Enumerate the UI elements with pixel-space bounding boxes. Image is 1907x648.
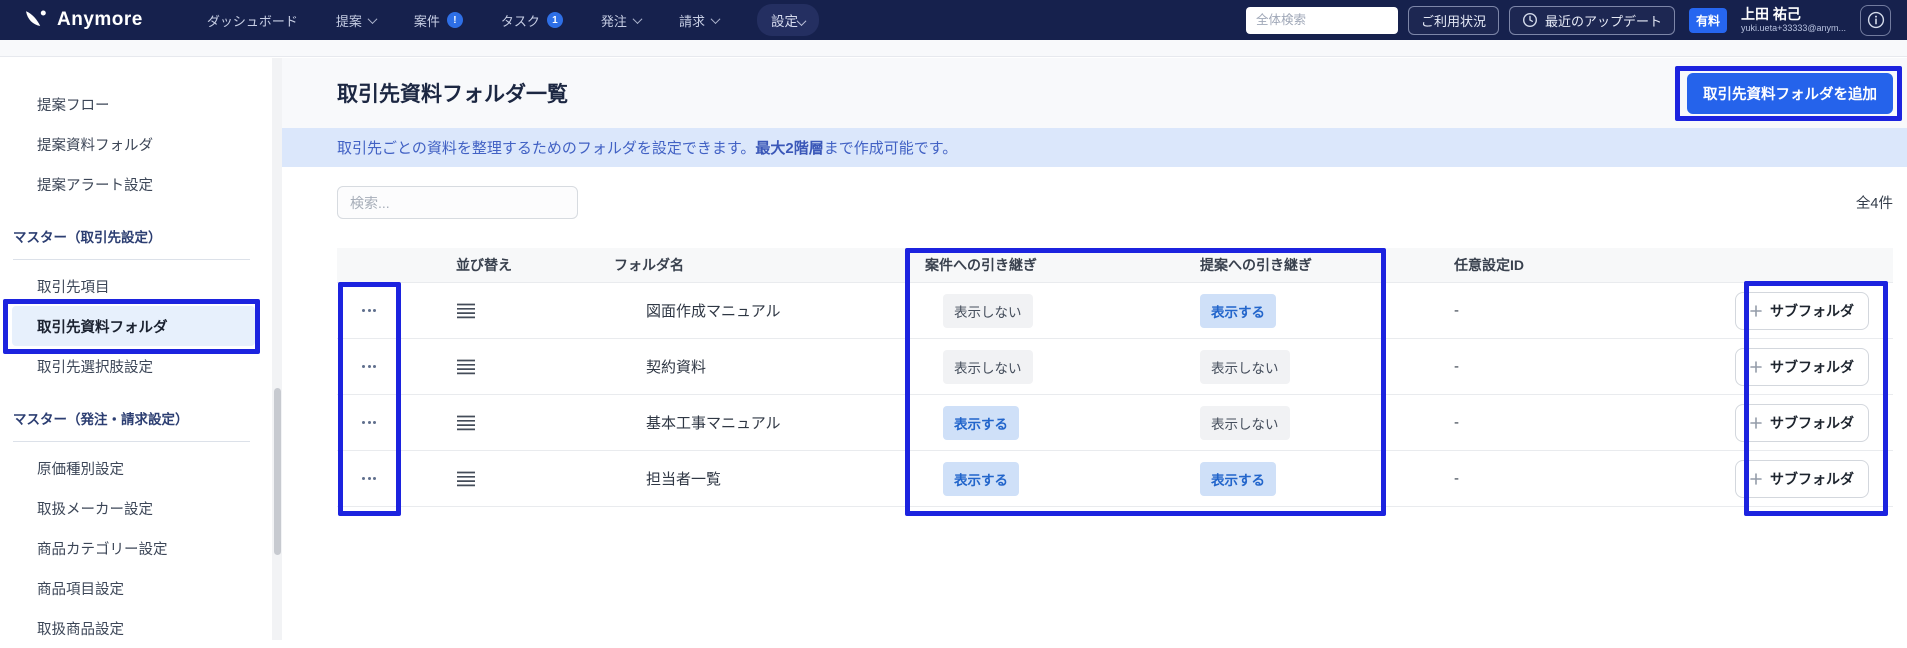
header-proposal-handover: 提案への引き継ぎ — [1200, 257, 1312, 273]
row-menu-icon[interactable] — [358, 359, 380, 374]
sidebar-item-proposal-alert[interactable]: 提案アラート設定 — [0, 164, 272, 204]
sidebar-heading-order-billing-settings: マスター（発注・請求設定） — [13, 400, 250, 442]
drag-handle-icon[interactable] — [456, 415, 570, 431]
anymore-logo-icon — [24, 8, 48, 32]
plus-icon — [1750, 416, 1762, 429]
proposal-handover-badge: 表示する — [1200, 293, 1276, 328]
brand-logo[interactable]: Anymore — [24, 8, 143, 32]
table-row: 契約資料 表示しない 表示しない - サブフォルダ — [337, 339, 1893, 395]
nav-item-cases[interactable]: 案件! — [414, 11, 463, 30]
sidebar-item-proposal-flow[interactable]: 提案フロー — [0, 84, 272, 124]
header-sort: 並び替え — [456, 257, 512, 273]
add-subfolder-button[interactable]: サブフォルダ — [1735, 403, 1869, 442]
sidebar-item-partner-fields[interactable]: 取引先項目 — [0, 266, 272, 306]
add-subfolder-button[interactable]: サブフォルダ — [1735, 459, 1869, 498]
plus-icon — [1750, 472, 1762, 485]
page-title: 取引先資料フォルダ一覧 — [337, 83, 568, 106]
folders-table: 並び替え フォルダ名 案件への引き継ぎ 提案への引き継ぎ 任意設定ID 図面作成… — [337, 248, 1893, 516]
sidebar-item-product-fields[interactable]: 商品項目設定 — [0, 568, 272, 608]
drag-handle-icon[interactable] — [456, 303, 570, 319]
sidebar-scrollbar-thumb[interactable] — [273, 388, 281, 555]
top-navigation-bar: Anymore ダッシュボード 提案 案件! タスク1 発注 請求 設定 ご利用… — [0, 0, 1907, 40]
page-header: 取引先資料フォルダ一覧 取引先資料フォルダを追加 — [282, 58, 1907, 128]
sidebar-item-makers[interactable]: 取扱メーカー設定 — [0, 488, 272, 528]
folder-search-input[interactable] — [337, 186, 578, 219]
custom-id-value: - — [1454, 358, 1459, 375]
sidebar-item-products[interactable]: 取扱商品設定 — [0, 608, 272, 648]
case-handover-badge: 表示しない — [943, 349, 1033, 384]
plus-icon — [1750, 304, 1762, 317]
drag-handle-icon[interactable] — [456, 359, 570, 375]
table-toolbar: 全4件 — [282, 186, 1907, 219]
user-name: 上田 祐己 — [1741, 5, 1801, 22]
nav-item-settings[interactable]: 設定 — [756, 4, 819, 36]
global-search-input[interactable] — [1246, 6, 1398, 34]
custom-id-value: - — [1454, 302, 1459, 319]
sidebar-item-partner-doc-folder[interactable]: 取引先資料フォルダ — [3, 299, 260, 354]
recent-updates-button[interactable]: 最近のアップデート — [1509, 5, 1676, 35]
table-row: 基本工事マニュアル 表示する 表示しない - サブフォルダ — [337, 395, 1893, 451]
settings-sidebar: 提案フロー 提案資料フォルダ 提案アラート設定 マスター（取引先設定） 取引先項… — [0, 58, 272, 640]
chevron-down-icon — [632, 13, 643, 24]
add-subfolder-button[interactable]: サブフォルダ — [1735, 291, 1869, 330]
main-content: 取引先資料フォルダ一覧 取引先資料フォルダを追加 取引先ごとの資料を整理するため… — [282, 58, 1907, 640]
row-menu-icon[interactable] — [358, 303, 380, 318]
sidebar-item-product-category[interactable]: 商品カテゴリー設定 — [0, 528, 272, 568]
plan-badge: 有料 — [1689, 7, 1728, 33]
folder-name: 基本工事マニュアル — [646, 415, 781, 432]
chevron-down-icon — [367, 13, 378, 24]
nav-item-billing[interactable]: 請求 — [679, 11, 721, 30]
row-menu-icon[interactable] — [358, 415, 380, 430]
nav-item-tasks[interactable]: タスク 1 — [501, 11, 563, 30]
folder-name: 担当者一覧 — [646, 471, 722, 488]
clock-icon — [1522, 12, 1538, 28]
sidebar-item-proposal-folder[interactable]: 提案資料フォルダ — [0, 124, 272, 164]
add-subfolder-button[interactable]: サブフォルダ — [1735, 347, 1869, 386]
table-row: 担当者一覧 表示する 表示する - サブフォルダ — [337, 451, 1893, 507]
plus-icon — [1750, 360, 1762, 373]
cases-alert-badge: ! — [446, 12, 463, 28]
sub-nav-strip — [0, 40, 1907, 57]
nav-item-dashboard[interactable]: ダッシュボード — [207, 11, 298, 30]
proposal-handover-badge: 表示しない — [1200, 405, 1290, 440]
proposal-handover-badge: 表示しない — [1200, 349, 1290, 384]
drag-handle-icon[interactable] — [456, 471, 570, 487]
nav-item-orders[interactable]: 発注 — [601, 11, 643, 30]
tasks-count-badge: 1 — [546, 12, 563, 28]
nav-menu: ダッシュボード 提案 案件! タスク 1 発注 請求 設定 — [207, 4, 819, 36]
sidebar-item-partner-choices[interactable]: 取引先選択肢設定 — [0, 346, 272, 386]
custom-id-value: - — [1454, 470, 1459, 487]
folder-name: 契約資料 — [646, 359, 707, 376]
row-menu-icon[interactable] — [358, 471, 380, 486]
custom-id-value: - — [1454, 414, 1459, 431]
user-email: yuki.ueta+33333@anym... — [1741, 23, 1846, 34]
chevron-down-icon — [710, 13, 721, 24]
info-icon — [1867, 11, 1885, 29]
table-header-row: 並び替え フォルダ名 案件への引き継ぎ 提案への引き継ぎ 任意設定ID — [337, 248, 1893, 283]
help-info-button[interactable] — [1860, 4, 1891, 36]
info-banner: 取引先ごとの資料を整理するためのフォルダを設定できます。 最大2階層 まで作成可能で… — [282, 128, 1907, 167]
nav-right-cluster: ご利用状況 最近のアップデート 有料 上田 祐己 yuki.ueta+33333… — [1246, 4, 1891, 36]
case-handover-badge: 表示しない — [943, 293, 1033, 328]
table-row: 図面作成マニュアル 表示しない 表示する - サブフォルダ — [337, 283, 1893, 339]
usage-status-button[interactable]: ご利用状況 — [1408, 5, 1500, 35]
header-custom-id: 任意設定ID — [1454, 257, 1524, 273]
total-count: 全4件 — [1855, 196, 1893, 212]
add-partner-doc-folder-button[interactable]: 取引先資料フォルダを追加 — [1687, 72, 1893, 114]
folder-name: 図面作成マニュアル — [646, 303, 781, 320]
nav-item-proposal[interactable]: 提案 — [336, 11, 378, 30]
header-folder-name: フォルダ名 — [614, 257, 684, 273]
brand-name: Anymore — [57, 9, 143, 30]
case-handover-badge: 表示する — [943, 405, 1019, 440]
user-account[interactable]: 上田 祐己 yuki.ueta+33333@anym... — [1741, 6, 1846, 35]
sidebar-item-cost-type[interactable]: 原価種別設定 — [0, 448, 272, 488]
sidebar-heading-partner-settings: マスター（取引先設定） — [13, 218, 250, 260]
header-case-handover: 案件への引き継ぎ — [925, 257, 1037, 273]
case-handover-badge: 表示する — [943, 461, 1019, 496]
proposal-handover-badge: 表示する — [1200, 461, 1276, 496]
